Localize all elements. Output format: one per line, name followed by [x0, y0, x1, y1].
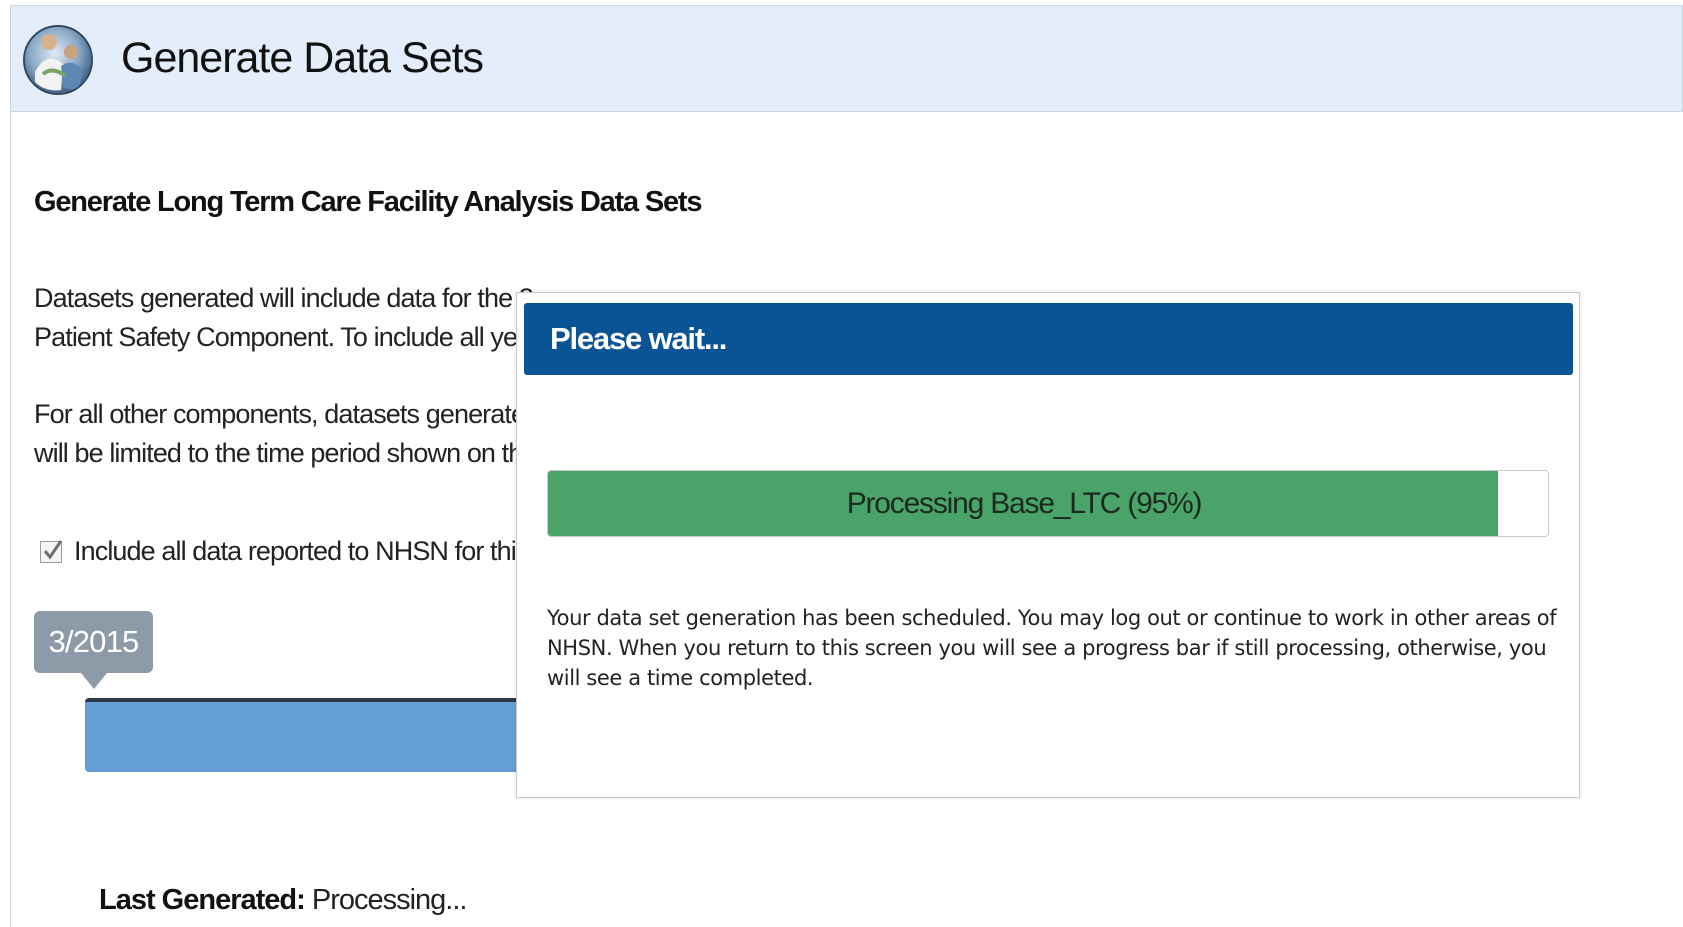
section-title: Generate Long Term Care Facility Analysi… [34, 186, 702, 218]
include-all-data-label: Include all data reported to NHSN for th… [74, 536, 529, 566]
last-generated-value: Processing... [304, 884, 468, 916]
progress-bar: Processing Base_LTC (95%) [547, 470, 1549, 537]
slider-date-tooltip: 3/2015 [34, 611, 153, 689]
date-range-slider[interactable] [85, 698, 525, 772]
last-generated-label: Last Generated: [99, 884, 306, 916]
description-line: Datasets generated will include data for… [34, 283, 534, 313]
dialog-title: Please wait... [524, 303, 1573, 375]
description-paragraph-2: For all other components, datasets gener… [34, 395, 540, 473]
description-line: For all other components, datasets gener… [34, 399, 540, 429]
page-title: Generate Data Sets [121, 34, 484, 82]
description-line: will be limited to the time period shown… [34, 438, 523, 468]
description-paragraph-1: Datasets generated will include data for… [34, 279, 540, 357]
page-header: Generate Data Sets [10, 5, 1683, 112]
healthcare-logo-icon [21, 14, 95, 106]
progress-bar-label: Processing Base_LTC (95%) [846, 486, 1203, 520]
last-generated-status: Last Generated: Processing... [99, 884, 468, 917]
description-line: Patient Safety Component. To include all… [34, 322, 540, 352]
include-all-data-option[interactable]: Include all data reported to NHSN for th… [40, 536, 529, 567]
checkmark-icon [43, 539, 63, 559]
dialog-message: Your data set generation has been schedu… [547, 606, 1557, 690]
please-wait-dialog: Please wait... Processing Base_LTC (95%)… [516, 292, 1580, 798]
include-all-data-checkbox[interactable] [40, 539, 63, 563]
generate-data-sets-page: Generate Data Sets Generate Long Term Ca… [0, 0, 1683, 927]
content-left-border [10, 112, 11, 927]
